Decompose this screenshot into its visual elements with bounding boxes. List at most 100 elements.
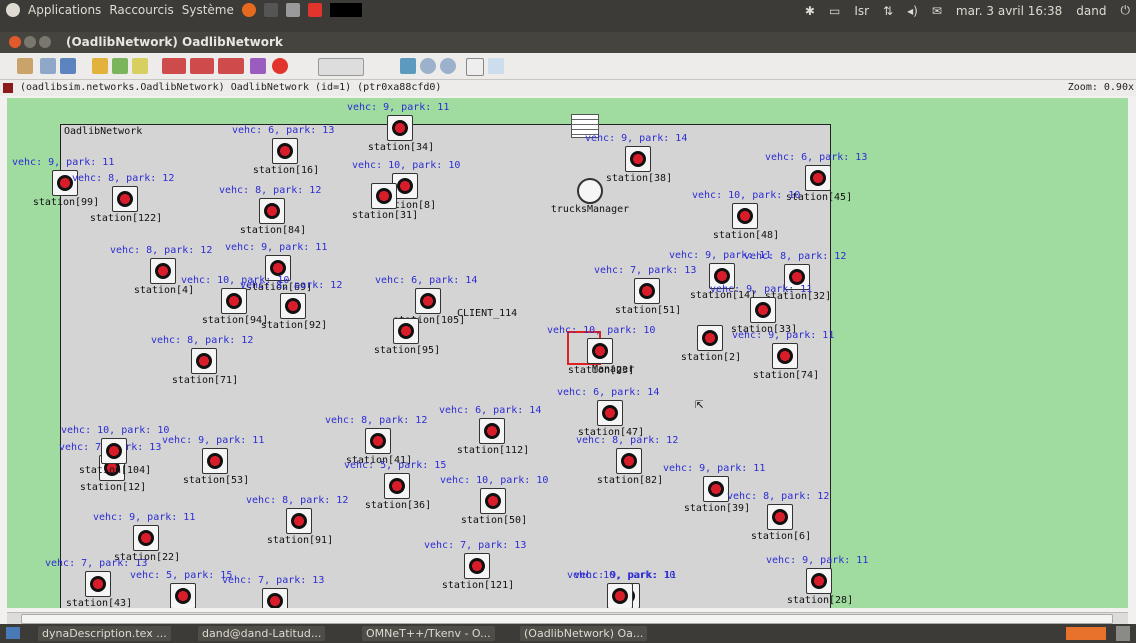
- station-node[interactable]: vehc: 10, park: 10 station[104]: [61, 425, 169, 476]
- station-node[interactable]: vehc: 9, park: 14 station[38]: [585, 133, 687, 184]
- ubuntu-logo-icon[interactable]: [6, 3, 20, 17]
- station-node[interactable]: vehc: 6, park: 14 station[105]: [375, 275, 477, 326]
- fast-run-icon[interactable]: [218, 58, 244, 74]
- bluetooth-icon[interactable]: ✱: [805, 4, 815, 18]
- datetime[interactable]: mar. 3 avril 16:38: [956, 4, 1062, 18]
- task-dynadescription[interactable]: dynaDescription.tex ...: [38, 626, 171, 641]
- info-icon[interactable]: [92, 58, 108, 74]
- station-node[interactable]: vehc: 7, park: 13 station[43]: [45, 558, 147, 608]
- calculator-icon[interactable]: [285, 3, 300, 17]
- station-node[interactable]: vehc: 8, park: 12 station[122]: [72, 173, 174, 224]
- run-icon[interactable]: [190, 58, 214, 74]
- station-node[interactable]: vehc: 9, park: 11 station[28]: [766, 555, 868, 606]
- station-node[interactable]: vehc: 8, park: 12 station[4]: [110, 245, 212, 296]
- window-titlebar[interactable]: (OadlibNetwork) OadlibNetwork: [0, 32, 1136, 53]
- keyboard-layout-label[interactable]: Isr: [854, 4, 869, 18]
- station-node[interactable]: vehc: 9, park: 11 station[74]: [732, 330, 834, 381]
- scrollbar-thumb[interactable]: [21, 614, 1113, 624]
- station-label: station[12]: [79, 482, 147, 493]
- horizontal-scrollbar[interactable]: [7, 612, 1128, 624]
- menu-shortcuts[interactable]: Raccourcis: [109, 3, 173, 17]
- firefox-icon[interactable]: [241, 3, 256, 17]
- task-oadlibnetwork[interactable]: (OadlibNetwork) Oa...: [520, 626, 648, 641]
- station-node[interactable]: vehc: 8, park: 12 station[84]: [219, 185, 321, 236]
- trash-icon[interactable]: [1116, 626, 1130, 641]
- station-node[interactable]: vehc: 9, park: 11 station[22]: [93, 512, 195, 563]
- labels-toggle-icon[interactable]: [466, 58, 484, 76]
- zoom-out-icon[interactable]: [440, 58, 456, 74]
- station-box: [101, 438, 127, 464]
- station-box: [750, 297, 776, 323]
- station-vehicle-park: vehc: 9, park: 11: [669, 250, 772, 261]
- station-label: station[34]: [367, 142, 435, 153]
- volume-icon[interactable]: ◂): [907, 4, 918, 18]
- station-node[interactable]: vehc: 10, park: 10 station[48]: [692, 190, 800, 241]
- station-label: station[28]: [786, 595, 854, 606]
- station-node[interactable]: vehc: 9, park: 11 station[33]: [710, 284, 812, 335]
- station-node[interactable]: vehc: 5, park: 15station[5]: [130, 570, 232, 608]
- station-node[interactable]: vehc: 8, park: 12 station[82]: [576, 435, 678, 486]
- station-gear-icon: [485, 493, 501, 509]
- power-icon[interactable]: ⏻: [1121, 3, 1131, 18]
- minimize-icon[interactable]: [24, 36, 36, 48]
- object-path: (oadlibsim.networks.OadlibNetwork) Oadli…: [20, 82, 442, 93]
- maximize-icon[interactable]: [39, 36, 51, 48]
- user-name[interactable]: dand: [1076, 4, 1106, 18]
- power-app-icon[interactable]: [307, 3, 322, 17]
- station-node[interactable]: vehc: 8, park: 12 station[41]: [325, 415, 427, 466]
- station-node[interactable]: vehc: 9, park: 11 station[34]: [347, 102, 449, 153]
- mail-icon[interactable]: ✉: [932, 4, 942, 18]
- station-node[interactable]: vehc: 10, park: 10 station[23]: [547, 325, 655, 376]
- refresh-icon[interactable]: [400, 58, 416, 74]
- station-node[interactable]: vehc: 7, park: 13 station[121]: [424, 540, 526, 591]
- station-node[interactable]: vehc: 6, park: 14 station[112]: [439, 405, 541, 456]
- station-box: [387, 115, 413, 141]
- panel-black-applet[interactable]: [329, 3, 362, 17]
- station-node[interactable]: vehc: 5, park: 15 station[36]: [344, 460, 446, 511]
- station-vehicle-park: vehc: 10, park: 10: [547, 325, 656, 336]
- window-icon[interactable]: [60, 58, 76, 74]
- task-omnet-tkenv[interactable]: OMNeT++/Tkenv - O...: [362, 626, 495, 641]
- back-icon[interactable]: [17, 58, 33, 74]
- stop-icon[interactable]: [272, 58, 288, 74]
- station-node[interactable]: vehc: 6, park: 13 station[16]: [232, 125, 334, 176]
- workspace-switcher[interactable]: [1066, 627, 1106, 640]
- station-node[interactable]: vehc: 8, park: 12 station[92]: [240, 280, 342, 331]
- station-node[interactable]: station[95]: [374, 318, 440, 356]
- show-desktop-icon[interactable]: [6, 627, 20, 639]
- layout-icon[interactable]: [488, 58, 504, 74]
- station-node[interactable]: vehc: 6, park: 14 station[47]: [557, 387, 659, 438]
- station-node[interactable]: vehc: 8, park: 12 station[6]: [727, 491, 829, 542]
- station-node[interactable]: vehc: 8, park: 12 station[71]: [151, 335, 253, 386]
- terminal-icon[interactable]: [263, 3, 278, 17]
- close-icon[interactable]: [9, 36, 21, 48]
- menu-system[interactable]: Système: [182, 3, 234, 17]
- station-gear-icon: [106, 443, 122, 459]
- step-icon[interactable]: [162, 58, 186, 74]
- station-node[interactable]: vehc: 6, park: 13 station[45]: [765, 152, 867, 203]
- objects-icon[interactable]: [132, 58, 148, 74]
- station-label: station[82]: [596, 475, 664, 486]
- zoom-in-icon[interactable]: [420, 58, 436, 74]
- keyboard-icon[interactable]: ▭: [829, 4, 840, 18]
- station-node[interactable]: vehc: 7, park: 13station[7]: [222, 575, 324, 608]
- station-node[interactable]: vehc: 9, park: 11 station[53]: [162, 435, 264, 486]
- network-icon[interactable]: ⇅: [883, 4, 893, 18]
- station-vehicle-park: vehc: 10, park: 10: [567, 570, 676, 581]
- station-node[interactable]: vehc: 7, park: 13 station[51]: [594, 265, 696, 316]
- station-node[interactable]: station[2]: [681, 325, 741, 363]
- station-gear-icon: [639, 283, 655, 299]
- station-node[interactable]: vehc: 10, park: 10 station[50]: [440, 475, 548, 526]
- open-icon[interactable]: [40, 58, 56, 74]
- menu-applications[interactable]: Applications: [28, 3, 101, 17]
- station-node[interactable]: station[31]: [352, 183, 418, 221]
- station-node[interactable]: vehc: 10, park: 10station[13]: [567, 570, 675, 608]
- settings-icon[interactable]: [112, 58, 128, 74]
- network-canvas[interactable]: OadlibNetwork trucksManager CLIENT_114 M…: [7, 98, 1128, 608]
- station-node[interactable]: vehc: 10, park: 10 station[94]: [181, 275, 289, 326]
- station-node[interactable]: vehc: 8, park: 12 station[91]: [246, 495, 348, 546]
- task-terminal[interactable]: dand@dand-Latitud...: [198, 626, 326, 641]
- express-run-icon[interactable]: [250, 58, 266, 74]
- station-node[interactable]: vehc: 9, park: 11 station[39]: [663, 463, 765, 514]
- station-gear-icon: [175, 588, 191, 604]
